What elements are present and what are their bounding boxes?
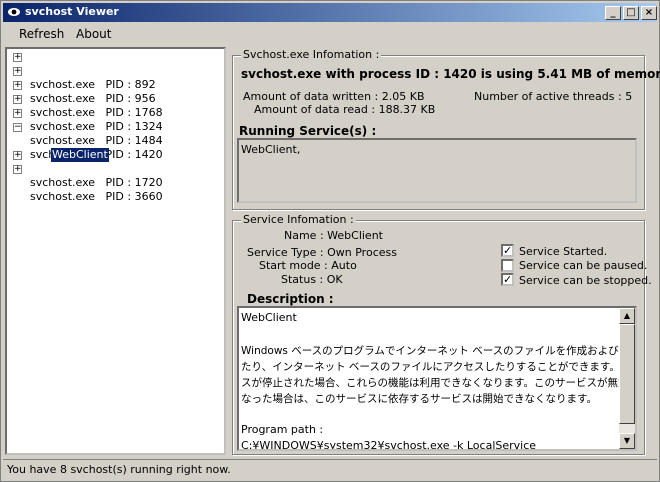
description-box[interactable]: WebClient Windows ベースのプログラムでインターネット ベースの…	[237, 306, 637, 451]
description-line: Windows ベースのプログラムでインターネット ベースのファイルを作成および…	[241, 345, 637, 357]
menu-refresh[interactable]: Refresh	[19, 27, 64, 41]
status-bar: You have 8 svchost(s) running right now.	[3, 459, 657, 479]
started-label[interactable]: Service Started.	[519, 245, 607, 258]
scroll-down-icon[interactable]: ▼	[619, 433, 635, 449]
tree-item[interactable]: + svchost.exe PID : 1720	[7, 148, 163, 189]
menu-about[interactable]: About	[76, 27, 111, 41]
description-label: Description :	[247, 292, 334, 306]
stoppable-label[interactable]: Service can be stopped.	[519, 274, 652, 287]
tree-child-label[interactable]: WebClient	[51, 148, 109, 162]
scroll-up-icon[interactable]: ▲	[619, 308, 635, 324]
data-read: Amount of data read : 188.37 KB	[254, 103, 436, 116]
expand-icon[interactable]: +	[13, 81, 22, 90]
window-title: svchost Viewer	[25, 5, 119, 18]
menu-bar: Refresh About	[3, 23, 657, 45]
collapse-icon[interactable]: −	[13, 123, 22, 132]
close-button[interactable]: ×	[641, 6, 657, 20]
service-type: Service Type : Own Process	[247, 246, 397, 259]
service-name: Name : WebClient	[284, 229, 383, 242]
maximize-button[interactable]: □	[623, 6, 639, 20]
tree-child-item[interactable]: WebClient	[7, 134, 127, 162]
tree-item-label[interactable]: svchost.exe PID : 956	[30, 92, 156, 106]
expand-icon[interactable]: +	[13, 165, 22, 174]
status-text: You have 8 svchost(s) running right now.	[7, 463, 231, 476]
running-services-box: WebClient,	[237, 138, 637, 203]
description-line: たり、インターネット ベースのファイルにアクセスしたりすることができます。このサ…	[241, 361, 637, 373]
start-mode: Start mode : Auto	[259, 259, 357, 272]
app-window: svchost Viewer _ □ × Refresh About + svc…	[0, 0, 660, 482]
tree-item-label[interactable]: svchost.exe PID : 3660	[30, 190, 163, 204]
started-checkbox[interactable]: ✓	[501, 244, 514, 257]
stoppable-checkbox[interactable]: ✓	[501, 273, 514, 286]
tree-item[interactable]: + svchost.exe PID : 892	[7, 50, 156, 91]
expand-icon[interactable]: +	[13, 53, 22, 62]
tree-item[interactable]: − svchost.exe PID : 1420	[7, 120, 163, 161]
description-scrollbar[interactable]: ▲ ▼	[619, 308, 635, 449]
pausable-label[interactable]: Service can be paused.	[519, 259, 647, 272]
title-bar[interactable]: svchost Viewer _ □ ×	[3, 3, 657, 22]
svchost-info-title: Svchost.exe Infomation :	[241, 48, 382, 61]
expand-icon[interactable]: +	[13, 109, 22, 118]
description-line: なった場合は、このサービスに依存するサービスは開始できなくなります。	[241, 393, 597, 405]
data-written: Amount of data written : 2.05 KB	[243, 90, 425, 103]
description-line: スが停止された場合、これらの機能は利用できなくなります。このサービスが無効に	[241, 377, 637, 389]
running-services-value: WebClient,	[241, 143, 301, 156]
description-line: C:¥WINDOWS¥system32¥svchost.exe -k Local…	[241, 439, 537, 451]
memory-headline: svchost.exe with process ID : 1420 is us…	[241, 67, 660, 81]
tree-item[interactable]: + svchost.exe PID : 956	[7, 64, 156, 105]
running-services-label: Running Service(s) :	[239, 124, 377, 138]
pausable-checkbox[interactable]	[501, 259, 514, 272]
process-tree[interactable]: + svchost.exe PID : 892 + svchost.exe PI…	[5, 47, 226, 455]
tree-item[interactable]: + svchost.exe PID : 1768	[7, 78, 163, 119]
active-threads: Number of active threads : 5	[474, 90, 633, 103]
tree-item-label[interactable]: svchost.exe PID : 1768	[30, 106, 163, 120]
expand-icon[interactable]: +	[13, 95, 22, 104]
tree-item[interactable]: + svchost.exe PID : 3660	[7, 162, 163, 203]
tree-item-label[interactable]: svchost.exe PID : 1720	[30, 176, 163, 190]
tree-item-label[interactable]: svchost.exe PID : 892	[30, 78, 156, 92]
minimize-button[interactable]: _	[605, 6, 621, 20]
eye-icon	[8, 8, 20, 16]
description-line: WebClient	[241, 311, 297, 324]
tree-item[interactable]: + svchost.exe PID : 1484	[7, 106, 163, 147]
tree-item[interactable]: + svchost.exe PID : 1324	[7, 92, 163, 133]
service-info-title: Service Infomation :	[241, 213, 356, 226]
description-line: Program path :	[241, 423, 324, 436]
expand-icon[interactable]: +	[13, 151, 22, 160]
tree-item-label[interactable]: svchost.exe PID : 1324	[30, 120, 163, 134]
expand-icon[interactable]: +	[13, 67, 22, 76]
service-status: Status : OK	[281, 273, 343, 286]
scroll-thumb[interactable]	[619, 324, 635, 424]
